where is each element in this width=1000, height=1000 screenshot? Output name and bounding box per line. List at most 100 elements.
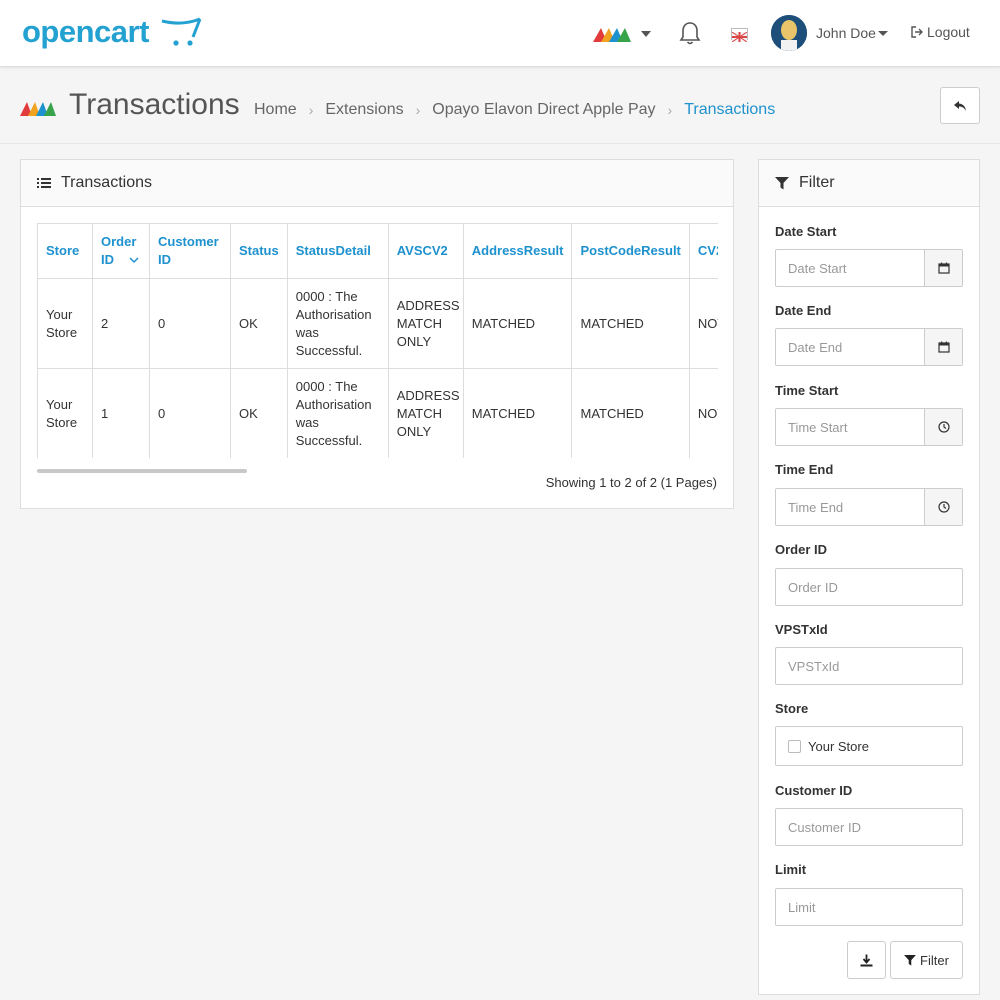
sort-desc-icon xyxy=(129,257,139,264)
cell-cv2: NOT xyxy=(688,368,718,458)
store-checkbox-label[interactable]: Your Store xyxy=(808,739,869,754)
extension-brand-icon xyxy=(20,102,56,116)
date-end-label: Date End xyxy=(775,303,832,318)
cell-address-result: MATCHED xyxy=(462,368,573,458)
user-name[interactable]: John Doe xyxy=(816,25,876,41)
limit-input[interactable]: Limit xyxy=(775,888,963,926)
cell-store-text: Your Store xyxy=(46,306,78,340)
date-start-placeholder[interactable]: Date Start xyxy=(776,250,924,286)
cart-logo-icon xyxy=(161,17,202,46)
time-start-label: Time Start xyxy=(775,383,839,398)
filter-panel-title: Filter xyxy=(799,174,835,191)
list-icon xyxy=(37,178,51,188)
column-order-id[interactable]: Order ID xyxy=(92,223,150,279)
customer-id-input[interactable]: Customer ID xyxy=(775,808,963,846)
cell-status-detail: 0000 : The Authorisation was Successful. xyxy=(286,368,389,458)
transactions-table: Store Order ID Customer ID Status Status… xyxy=(37,223,718,458)
cell-avscv2: ADDRESS MATCH ONLY xyxy=(387,368,464,458)
column-customer-id[interactable]: Customer ID xyxy=(149,223,231,279)
column-status-detail[interactable]: StatusDetail xyxy=(286,223,389,279)
breadcrumb-extensions[interactable]: Extensions xyxy=(325,101,403,119)
download-button[interactable] xyxy=(847,941,886,979)
store-checkbox[interactable] xyxy=(788,739,801,753)
time-start-placeholder[interactable]: Time Start xyxy=(776,409,924,445)
column-cv2[interactable]: CV2 xyxy=(688,223,718,279)
bell-icon[interactable] xyxy=(678,20,702,46)
table-row: Your Store 1 0 OK 0000 : The Authorisati… xyxy=(37,368,718,458)
cell-status-detail-text: 0000 : The Authorisation was Successful. xyxy=(295,378,372,448)
time-end-label: Time End xyxy=(775,462,834,477)
cell-order-id: 2 xyxy=(92,278,150,369)
opencart-logo[interactable]: opencart xyxy=(22,14,149,50)
clock-icon xyxy=(937,421,950,433)
cell-customer-id: 0 xyxy=(149,278,231,369)
transactions-panel-heading: Transactions xyxy=(21,160,733,207)
column-customer-id-label: Customer ID xyxy=(158,234,219,267)
column-address-result[interactable]: AddressResult xyxy=(462,223,573,279)
avatar-portrait-icon xyxy=(771,15,807,51)
page-title: Transactions xyxy=(69,88,240,121)
limit-label: Limit xyxy=(775,862,807,877)
column-status[interactable]: Status xyxy=(230,223,288,279)
flag-graphic-icon xyxy=(731,31,748,43)
clock-icon xyxy=(937,501,950,513)
cell-status: OK xyxy=(230,278,288,369)
cell-address-result: MATCHED xyxy=(462,278,573,369)
breadcrumb-home[interactable]: Home xyxy=(254,101,297,119)
download-icon xyxy=(860,954,873,966)
breadcrumb-separator-icon: › xyxy=(667,102,673,118)
filter-panel-heading: Filter xyxy=(759,160,979,207)
top-header: opencart John Doe Logout xyxy=(0,0,1000,67)
breadcrumb: Home › Extensions › Opayo Elavon Direct … xyxy=(254,101,775,119)
order-id-label: Order ID xyxy=(775,542,828,557)
store-checkbox-list: Your Store xyxy=(775,726,963,766)
store-label: Store xyxy=(775,701,809,716)
transactions-panel: Transactions Store Order ID Customer ID … xyxy=(20,159,734,509)
time-start-field[interactable]: Time Start xyxy=(775,408,963,446)
date-end-field[interactable]: Date End xyxy=(775,328,963,366)
time-end-placeholder[interactable]: Time End xyxy=(776,489,924,525)
cell-store-text: Your Store xyxy=(46,396,78,430)
column-store[interactable]: Store xyxy=(37,223,93,279)
user-dropdown-caret-icon[interactable] xyxy=(878,31,888,36)
filter-button-label: Filter xyxy=(920,952,949,968)
brand-menu-icon[interactable] xyxy=(593,22,653,46)
logout-label: Logout xyxy=(927,24,970,40)
breadcrumb-transactions[interactable]: Transactions xyxy=(684,101,775,119)
column-avscv2[interactable]: AVSCV2 xyxy=(387,223,464,279)
date-start-field[interactable]: Date Start xyxy=(775,249,963,287)
cell-customer-id: 0 xyxy=(149,368,231,458)
cell-status: OK xyxy=(230,368,288,458)
date-start-calendar-button[interactable] xyxy=(924,250,962,286)
breadcrumb-extension-name[interactable]: Opayo Elavon Direct Apple Pay xyxy=(432,101,655,119)
cell-store: Your Store xyxy=(37,278,93,369)
date-start-label: Date Start xyxy=(775,224,837,239)
pagination-summary: Showing 1 to 2 of 2 (1 Pages) xyxy=(545,475,717,490)
cell-status-detail: 0000 : The Authorisation was Successful. xyxy=(286,278,389,369)
cell-avscv2-text: ADDRESS MATCH ONLY xyxy=(396,387,460,439)
back-button[interactable] xyxy=(940,87,980,124)
order-id-input[interactable]: Order ID xyxy=(775,568,963,606)
date-end-placeholder[interactable]: Date End xyxy=(776,329,924,365)
cell-order-id: 1 xyxy=(92,368,150,458)
filter-icon xyxy=(775,176,789,189)
cell-status-detail-text: 0000 : The Authorisation was Successful. xyxy=(295,288,372,358)
user-avatar[interactable] xyxy=(771,15,807,51)
transactions-table-wrapper[interactable]: Store Order ID Customer ID Status Status… xyxy=(37,223,718,458)
date-end-calendar-button[interactable] xyxy=(924,329,962,365)
uk-flag-icon[interactable] xyxy=(731,28,748,43)
logout-link[interactable]: Logout xyxy=(910,24,970,40)
time-end-clock-button[interactable] xyxy=(924,489,962,525)
vpstxid-input[interactable]: VPSTxId xyxy=(775,647,963,685)
filter-panel: Filter Date Start Date Start Date End Da… xyxy=(758,159,980,995)
column-postcode-result[interactable]: PostCodeResult xyxy=(571,223,690,279)
time-start-clock-button[interactable] xyxy=(924,409,962,445)
breadcrumb-separator-icon: › xyxy=(415,102,421,118)
filter-button[interactable]: Filter xyxy=(890,941,963,979)
cell-avscv2-text: ADDRESS MATCH ONLY xyxy=(396,297,460,349)
customer-id-label: Customer ID xyxy=(775,783,853,798)
horizontal-scrollbar[interactable] xyxy=(37,469,247,473)
cell-postcode-result: MATCHED xyxy=(571,368,690,458)
table-header-row: Store Order ID Customer ID Status Status… xyxy=(37,223,718,279)
time-end-field[interactable]: Time End xyxy=(775,488,963,526)
